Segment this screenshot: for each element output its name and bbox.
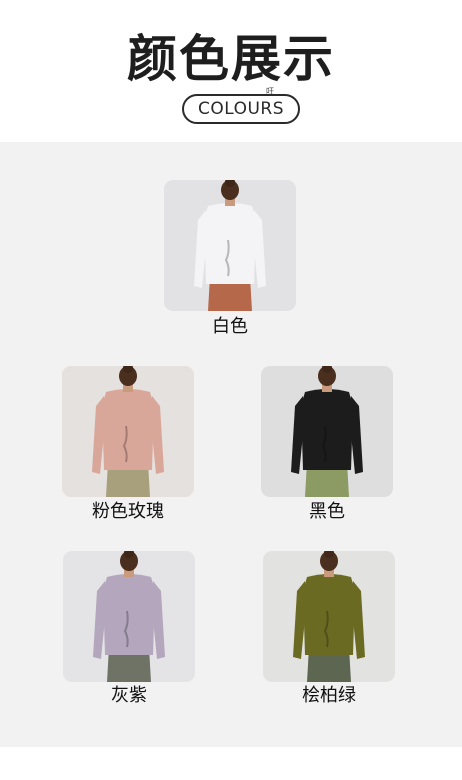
color-label-juniper-green: 桧柏绿 [302,685,356,706]
product-image-juniper-green[interactable] [263,551,395,682]
product-image-grey-purple[interactable] [63,551,195,682]
page-title: 颜色展示 [127,30,335,88]
model-figure [263,551,395,682]
color-label-grey-purple: 灰紫 [111,685,147,706]
product-image-black[interactable] [261,366,393,497]
product-image-pink-rose[interactable] [62,366,194,497]
colours-badge: COLOURS [182,94,300,124]
product-image-white[interactable] [164,180,296,311]
model-figure [62,366,194,497]
model-figure [164,180,296,311]
color-label-white: 白色 [212,316,248,337]
color-label-black: 黑色 [309,501,345,522]
color-label-pink-rose: 粉色玫瑰 [92,501,164,522]
header: 颜色展示 㕵 COLOURS [0,0,462,142]
bottom-margin [0,747,462,780]
model-figure [63,551,195,682]
model-figure [261,366,393,497]
